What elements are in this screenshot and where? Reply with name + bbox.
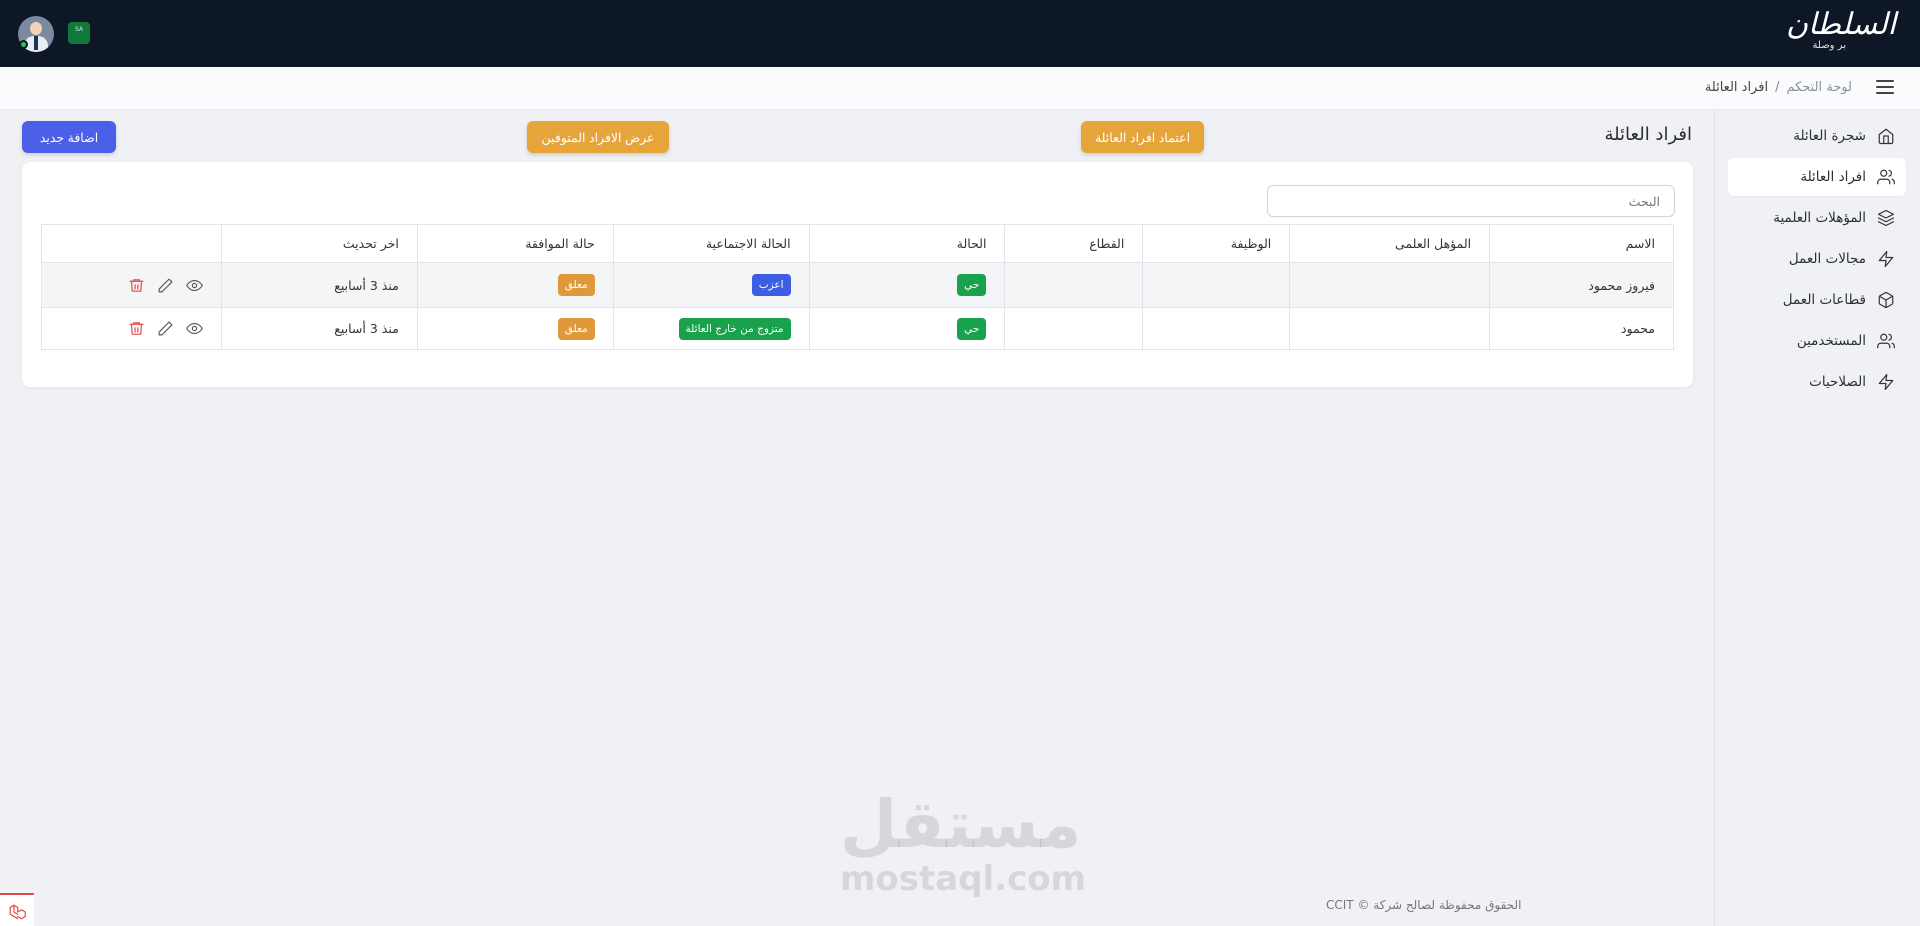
sidebar-item-label: المؤهلات العلمية: [1773, 210, 1866, 226]
approve-members-button[interactable]: اعتماد افراد العائلة: [1081, 121, 1204, 153]
brand-logo[interactable]: السلطان بر وصلة: [1786, 6, 1896, 62]
watermark-english: mostaql.com: [840, 859, 1087, 899]
cell-actions: [41, 307, 222, 350]
cell-last-update: منذ 3 أسابيع: [220, 307, 418, 350]
breadcrumb-home[interactable]: لوحة التحكم: [1786, 80, 1852, 95]
cell-approval-status: معلق: [416, 262, 614, 308]
box-icon: [1876, 290, 1896, 310]
row-actions: [60, 277, 203, 294]
status-badge: حي: [957, 317, 987, 340]
sidebar-item-label: مجالات العمل: [1788, 251, 1866, 267]
cell-sector: [1004, 307, 1144, 350]
watermark-arabic: مستقل: [840, 786, 1082, 863]
cell-job: [1142, 307, 1291, 350]
table-row: فيروز محمود حي اعزب معلق منذ 3 أسابيع: [41, 262, 1674, 308]
status-badge: حي: [957, 274, 987, 296]
cell-actions: [41, 262, 222, 308]
users-icon: [1876, 331, 1896, 351]
breadcrumb-current: افراد العائلة: [1704, 80, 1769, 95]
breadcrumb-bar: لوحة التحكم / افراد العائلة: [0, 67, 1920, 110]
breadcrumb-separator: /: [1775, 80, 1780, 95]
sidebar-item-label: شجرة العائلة: [1793, 128, 1866, 144]
avatar-face: [30, 22, 42, 35]
members-table: الاسم المؤهل العلمى الوظيفة القطاع الحال…: [41, 224, 1674, 350]
layers-icon: [1876, 208, 1896, 228]
sidebar-item-work-sectors[interactable]: قطاعات العمل: [1728, 281, 1906, 319]
zap-icon: [1876, 249, 1896, 269]
avatar-tie: [34, 36, 38, 50]
language-flag-icon[interactable]: SA: [68, 22, 90, 44]
sidebar-item-permissions[interactable]: الصلاحيات: [1728, 363, 1906, 401]
cell-approval-status: معلق: [416, 307, 614, 350]
home-icon: [1876, 126, 1896, 146]
table-row: محمود حي متزوج من خارج العائلة معلق منذ …: [41, 307, 1674, 350]
cell-status: حي: [808, 307, 1006, 350]
sidebar: شجرة العائلة افراد العائلة المؤهلات العل…: [1714, 110, 1920, 926]
search-input[interactable]: [1267, 185, 1675, 217]
cell-name: فيروز محمود: [1489, 262, 1674, 308]
footer-copyright: الحقوق محفوظة لصالح شركة © CCIT: [1326, 898, 1522, 912]
sidebar-item-family-members[interactable]: افراد العائلة: [1728, 158, 1906, 196]
cell-name: محمود: [1489, 307, 1674, 350]
column-header-social-status[interactable]: الحالة الاجتماعية: [612, 224, 810, 263]
row-actions: [60, 320, 203, 337]
members-card: الاسم المؤهل العلمى الوظيفة القطاع الحال…: [22, 162, 1693, 387]
sidebar-item-work-fields[interactable]: مجالات العمل: [1728, 240, 1906, 278]
show-deceased-button[interactable]: عرض الافراد المتوفين: [527, 121, 669, 153]
social-status-badge: اعزب: [751, 274, 791, 296]
column-header-qualification[interactable]: المؤهل العلمى: [1289, 224, 1491, 263]
sidebar-item-label: قطاعات العمل: [1782, 292, 1866, 308]
cell-status: حي: [808, 262, 1006, 308]
column-header-actions: [41, 224, 222, 263]
delete-icon[interactable]: [128, 277, 145, 294]
cell-qualification: [1289, 262, 1491, 308]
column-header-approval-status[interactable]: حالة الموافقة: [416, 224, 614, 263]
column-header-job[interactable]: الوظيفة: [1142, 224, 1291, 263]
hamburger-menu-icon[interactable]: [1876, 80, 1894, 96]
breadcrumb: لوحة التحكم / افراد العائلة: [1705, 80, 1852, 95]
sidebar-item-users[interactable]: المستخدمين: [1728, 322, 1906, 360]
social-status-badge: متزوج من خارج العائلة: [678, 317, 791, 340]
add-new-button[interactable]: اضافة جديد: [22, 121, 116, 153]
online-status-dot: [19, 40, 28, 49]
logo-text: السلطان: [1786, 7, 1896, 42]
sidebar-item-family-tree[interactable]: شجرة العائلة: [1728, 117, 1906, 155]
view-icon[interactable]: [186, 277, 203, 294]
laravel-icon: [9, 904, 26, 920]
column-header-name[interactable]: الاسم: [1489, 224, 1674, 263]
column-header-last-update[interactable]: اخر تحديث: [220, 224, 418, 263]
cell-sector: [1004, 262, 1144, 308]
cell-last-update: منذ 3 أسابيع: [220, 262, 418, 308]
edit-icon[interactable]: [157, 277, 174, 294]
zap-icon: [1876, 372, 1896, 392]
table-header-row: الاسم المؤهل العلمى الوظيفة القطاع الحال…: [41, 224, 1674, 263]
approval-status-badge: معلق: [557, 317, 595, 340]
sidebar-item-qualifications[interactable]: المؤهلات العلمية: [1728, 199, 1906, 237]
top-navbar: السلطان بر وصلة SA: [0, 0, 1920, 67]
users-icon: [1876, 167, 1896, 187]
cell-job: [1142, 262, 1291, 308]
view-icon[interactable]: [186, 320, 203, 337]
cell-social-status: اعزب: [612, 262, 810, 308]
sidebar-item-label: المستخدمين: [1796, 333, 1866, 349]
approval-status-badge: معلق: [557, 274, 595, 296]
sidebar-item-label: الصلاحيات: [1809, 374, 1866, 390]
page-title: افراد العائلة: [1604, 124, 1692, 145]
column-header-status[interactable]: الحالة: [808, 224, 1006, 263]
sidebar-item-label: افراد العائلة: [1800, 169, 1866, 185]
column-header-sector[interactable]: القطاع: [1004, 224, 1144, 263]
debug-bar-toggle[interactable]: [0, 893, 34, 926]
flag-label: SA: [74, 26, 84, 33]
cell-social-status: متزوج من خارج العائلة: [612, 307, 810, 350]
watermark: مستقل mostaql.com: [840, 786, 1087, 899]
edit-icon[interactable]: [157, 320, 174, 337]
delete-icon[interactable]: [128, 320, 145, 337]
cell-qualification: [1289, 307, 1491, 350]
